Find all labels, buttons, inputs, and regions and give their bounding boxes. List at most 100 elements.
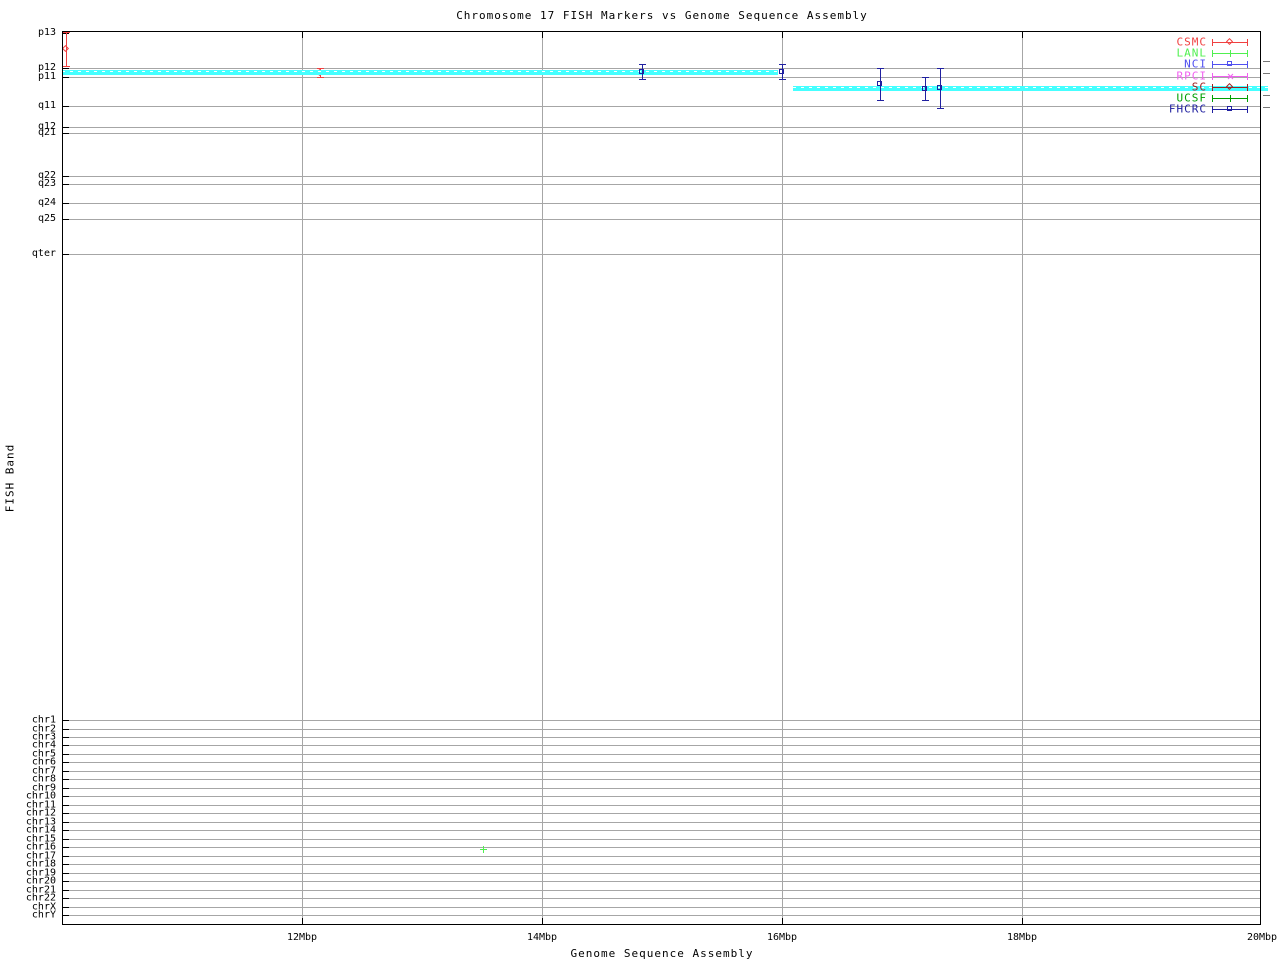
- assembly-band-track: [62, 70, 779, 75]
- y-tick: [63, 106, 69, 107]
- chromosome-gridline: [63, 898, 1261, 899]
- marker-plus: [1230, 95, 1231, 102]
- y-tick: [63, 796, 69, 797]
- x-tick-bottom: [302, 918, 303, 924]
- band-gridline: [63, 106, 1261, 107]
- y-tick: [63, 788, 69, 789]
- x-gridline: [542, 32, 543, 924]
- y-tick: [63, 184, 69, 185]
- x-gridline: [782, 32, 783, 924]
- y-tick: [63, 127, 69, 128]
- marker-square: [922, 85, 927, 91]
- band-label: q23: [37, 178, 56, 189]
- x-tick-label: 16Mbp: [766, 932, 798, 943]
- error-bar-cap: [639, 79, 646, 80]
- chromosome-gridline: [63, 822, 1261, 823]
- chromosome-gridline: [63, 839, 1261, 840]
- legend-sample-cap: [1212, 73, 1213, 80]
- y-tick: [63, 839, 69, 840]
- chromosome-gridline: [63, 813, 1261, 814]
- marker-plus: [483, 846, 484, 853]
- chromosome-gridline: [63, 881, 1261, 882]
- y-tick: [63, 254, 69, 255]
- chromosome-gridline: [63, 762, 1261, 763]
- fish-marker-chart: Chromosome 17 FISH Markers vs Genome Seq…: [0, 0, 1280, 960]
- chromosome-gridline: [63, 873, 1261, 874]
- y-tick: [63, 771, 69, 772]
- y-tick: [63, 873, 69, 874]
- marker-square: [937, 84, 942, 90]
- band-gridline: [63, 133, 1261, 134]
- y-tick: [63, 907, 69, 908]
- band-gridline: [63, 184, 1261, 185]
- error-bar-cap: [877, 100, 884, 101]
- x-tick-label: 12Mbp: [286, 932, 318, 943]
- x-tick-top: [302, 32, 303, 38]
- y-tick: [63, 219, 69, 220]
- error-bar-cap: [937, 68, 944, 69]
- marker-square: [1227, 61, 1232, 66]
- legend-sample-cap: [1247, 106, 1248, 113]
- y-tick: [63, 813, 69, 814]
- y-tick: [63, 890, 69, 891]
- chromosome-gridline: [63, 779, 1261, 780]
- x-tick-top: [1022, 32, 1023, 38]
- legend-sample-cap: [1212, 106, 1213, 113]
- error-bar-cap: [779, 64, 786, 65]
- band-gridline: [63, 203, 1261, 204]
- y-tick: [63, 822, 69, 823]
- x-tick-bottom: [782, 918, 783, 924]
- band-track-dashes: [62, 71, 779, 72]
- chromosome-label: chrY: [31, 909, 56, 921]
- error-bar-cap: [877, 68, 884, 69]
- chromosome-gridline: [63, 745, 1261, 746]
- error-bar-cap: [639, 64, 646, 65]
- marker-cross: [1226, 72, 1236, 82]
- legend-sample-cap: [1247, 84, 1248, 91]
- marker-diamond: [61, 44, 70, 53]
- legend-sample-cap: [1212, 39, 1213, 46]
- legend-sample-cap: [1212, 61, 1213, 68]
- y-tick: [63, 881, 69, 882]
- chromosome-gridline: [63, 720, 1261, 721]
- band-label: p13: [37, 27, 56, 38]
- y-tick: [63, 915, 69, 916]
- x-tick-label: 20Mbp: [1246, 932, 1278, 943]
- y-tick: [63, 762, 69, 763]
- x-tick-top: [782, 32, 783, 38]
- marker-square: [877, 80, 882, 86]
- band-gridline: [63, 176, 1261, 177]
- legend-sample-cap: [1247, 50, 1248, 57]
- legend-sample-cap: [1212, 50, 1213, 57]
- y-tick: [63, 745, 69, 746]
- band-label: p11: [37, 71, 56, 82]
- chromosome-gridline: [63, 737, 1261, 738]
- chromosome-gridline: [63, 771, 1261, 772]
- band-gridline: [63, 68, 1261, 69]
- chromosome-gridline: [63, 907, 1261, 908]
- band-label: q25: [37, 213, 56, 224]
- chromosome-gridline: [63, 788, 1261, 789]
- error-bar-cap: [63, 66, 70, 67]
- right-edge-tick: [1263, 73, 1270, 74]
- band-label: q24: [37, 197, 56, 208]
- x-tick-label: 18Mbp: [1006, 932, 1038, 943]
- legend-sample-cap: [1212, 84, 1213, 91]
- y-tick: [63, 805, 69, 806]
- error-bar-cap: [922, 100, 929, 101]
- chromosome-gridline: [63, 754, 1261, 755]
- error-bar-cap: [317, 77, 324, 78]
- y-tick: [63, 856, 69, 857]
- legend-sample-cap: [1247, 61, 1248, 68]
- y-tick: [63, 754, 69, 755]
- x-tick-bottom: [1022, 918, 1023, 924]
- legend-label-fhcrc: FHCRC: [1168, 102, 1207, 116]
- band-gridline: [63, 77, 1261, 78]
- chromosome-gridline: [63, 847, 1261, 848]
- y-tick: [63, 737, 69, 738]
- x-axis-title: Genome Sequence Assembly: [570, 947, 754, 960]
- band-label: q21: [37, 127, 56, 138]
- plot-area: p13 p12 p11 q11 q12 q21 q22 q23 q24 q25 qter chr1 ch…: [0, 0, 1280, 960]
- chromosome-gridline: [63, 805, 1261, 806]
- y-tick: [63, 133, 69, 134]
